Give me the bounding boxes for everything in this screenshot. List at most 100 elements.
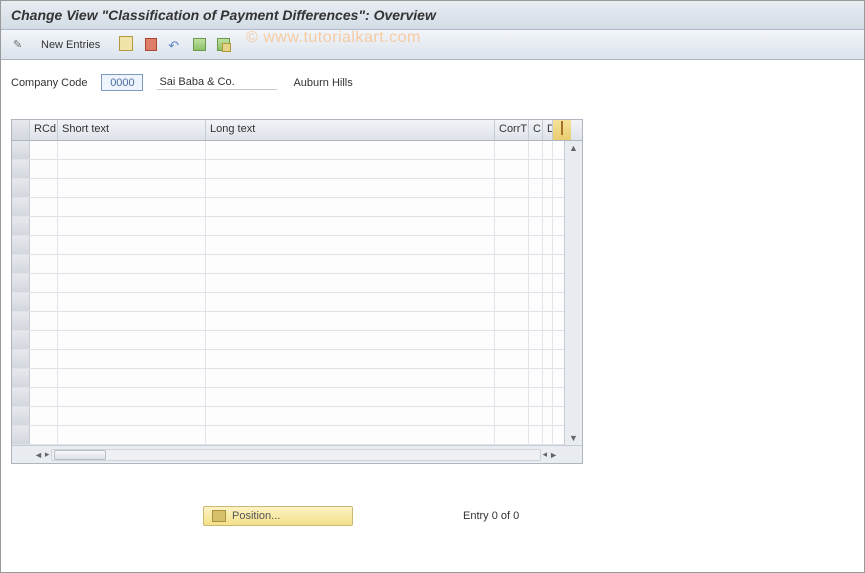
delete-button[interactable]	[140, 34, 162, 56]
cell-rcd[interactable]	[30, 331, 58, 349]
cell-d[interactable]	[543, 274, 553, 292]
select-all-button[interactable]	[188, 34, 210, 56]
cell-st[interactable]	[58, 350, 206, 368]
cell-d[interactable]	[543, 160, 553, 178]
cell-lt[interactable]	[206, 312, 495, 330]
cell-lt[interactable]	[206, 350, 495, 368]
cell-ct[interactable]	[495, 388, 529, 406]
cell-d[interactable]	[543, 179, 553, 197]
cell-lt[interactable]	[206, 407, 495, 425]
cell-d[interactable]	[543, 407, 553, 425]
cell-st[interactable]	[58, 255, 206, 273]
cell-ct[interactable]	[495, 312, 529, 330]
cell-rcd[interactable]	[30, 217, 58, 235]
cell-ct[interactable]	[495, 426, 529, 444]
table-row[interactable]	[12, 255, 564, 274]
cell-d[interactable]	[543, 426, 553, 444]
cell-lt[interactable]	[206, 331, 495, 349]
cell-rcd[interactable]	[30, 350, 58, 368]
cell-c[interactable]	[529, 426, 543, 444]
scroll-right-icon[interactable]: ◂	[543, 449, 548, 460]
cell-d[interactable]	[543, 331, 553, 349]
cell-rcd[interactable]	[30, 236, 58, 254]
cell-st[interactable]	[58, 369, 206, 387]
cell-rcd[interactable]	[30, 312, 58, 330]
cell-rcd[interactable]	[30, 369, 58, 387]
cell-ct[interactable]	[495, 407, 529, 425]
row-selector[interactable]	[12, 217, 30, 235]
table-row[interactable]	[12, 312, 564, 331]
cell-lt[interactable]	[206, 388, 495, 406]
cell-ct[interactable]	[495, 141, 529, 159]
cell-lt[interactable]	[206, 236, 495, 254]
cell-lt[interactable]	[206, 217, 495, 235]
cell-st[interactable]	[58, 236, 206, 254]
cell-lt[interactable]	[206, 141, 495, 159]
cell-c[interactable]	[529, 236, 543, 254]
grid-horizontal-scrollbar[interactable]: ◄ ▸ ◂ ►	[12, 445, 582, 463]
cell-st[interactable]	[58, 160, 206, 178]
table-row[interactable]	[12, 331, 564, 350]
table-row[interactable]	[12, 350, 564, 369]
row-selector[interactable]	[12, 350, 30, 368]
cell-lt[interactable]	[206, 426, 495, 444]
scroll-right-end-icon[interactable]: ►	[549, 450, 558, 460]
table-row[interactable]	[12, 369, 564, 388]
cell-st[interactable]	[58, 198, 206, 216]
row-selector[interactable]	[12, 312, 30, 330]
cell-c[interactable]	[529, 198, 543, 216]
grid-header-c[interactable]: C	[529, 120, 543, 140]
cell-c[interactable]	[529, 255, 543, 273]
cell-ct[interactable]	[495, 350, 529, 368]
row-selector[interactable]	[12, 331, 30, 349]
cell-ct[interactable]	[495, 236, 529, 254]
scroll-left-icon[interactable]: ▸	[45, 449, 50, 460]
grid-header-short-text[interactable]: Short text	[58, 120, 206, 140]
row-selector[interactable]	[12, 255, 30, 273]
cell-lt[interactable]	[206, 274, 495, 292]
table-row[interactable]	[12, 179, 564, 198]
cell-lt[interactable]	[206, 160, 495, 178]
cell-d[interactable]	[543, 255, 553, 273]
cell-d[interactable]	[543, 217, 553, 235]
cell-lt[interactable]	[206, 255, 495, 273]
row-selector[interactable]	[12, 293, 30, 311]
cell-rcd[interactable]	[30, 407, 58, 425]
cell-rcd[interactable]	[30, 426, 58, 444]
grid-header-selector[interactable]	[12, 120, 30, 140]
cell-d[interactable]	[543, 369, 553, 387]
cell-st[interactable]	[58, 179, 206, 197]
table-row[interactable]	[12, 293, 564, 312]
cell-c[interactable]	[529, 274, 543, 292]
row-selector[interactable]	[12, 388, 30, 406]
cell-d[interactable]	[543, 141, 553, 159]
cell-ct[interactable]	[495, 274, 529, 292]
cell-st[interactable]	[58, 388, 206, 406]
scroll-up-icon[interactable]: ▲	[569, 143, 578, 153]
table-row[interactable]	[12, 236, 564, 255]
cell-ct[interactable]	[495, 179, 529, 197]
cell-d[interactable]	[543, 388, 553, 406]
toggle-display-change-button[interactable]: ✎	[9, 34, 31, 56]
cell-rcd[interactable]	[30, 255, 58, 273]
scroll-left-start-icon[interactable]: ◄	[34, 450, 43, 460]
cell-lt[interactable]	[206, 179, 495, 197]
cell-d[interactable]	[543, 350, 553, 368]
cell-rcd[interactable]	[30, 160, 58, 178]
row-selector[interactable]	[12, 179, 30, 197]
cell-st[interactable]	[58, 407, 206, 425]
position-button[interactable]: Position...	[203, 506, 353, 526]
table-row[interactable]	[12, 426, 564, 445]
grid-vertical-scrollbar[interactable]: ▲ ▼	[564, 141, 582, 445]
cell-rcd[interactable]	[30, 388, 58, 406]
cell-st[interactable]	[58, 141, 206, 159]
grid-configure-button[interactable]	[553, 120, 571, 140]
cell-st[interactable]	[58, 293, 206, 311]
cell-c[interactable]	[529, 179, 543, 197]
row-selector[interactable]	[12, 141, 30, 159]
row-selector[interactable]	[12, 426, 30, 444]
cell-d[interactable]	[543, 293, 553, 311]
cell-lt[interactable]	[206, 293, 495, 311]
cell-rcd[interactable]	[30, 141, 58, 159]
table-row[interactable]	[12, 407, 564, 426]
